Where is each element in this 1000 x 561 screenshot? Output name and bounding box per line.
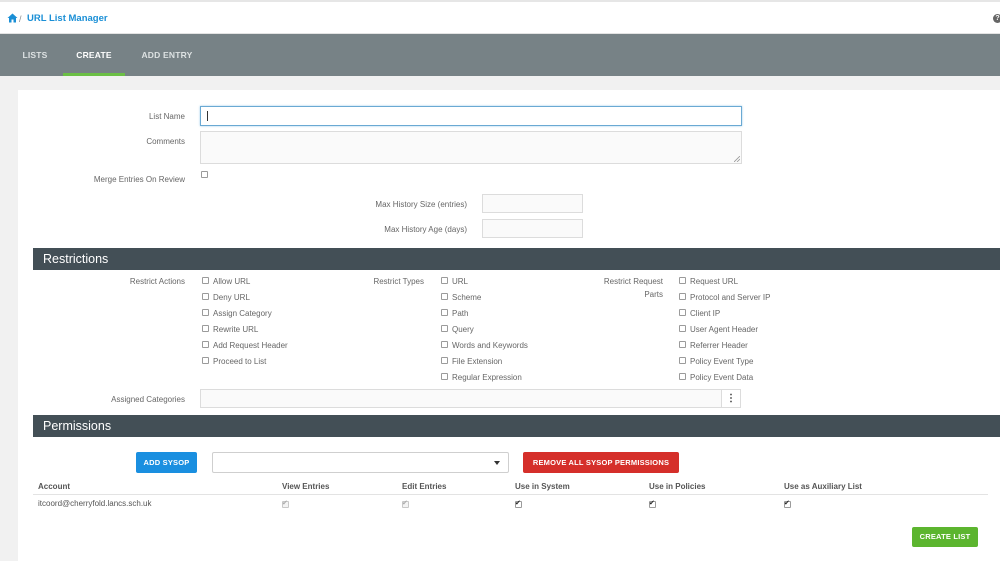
column-header-account: Account — [38, 482, 70, 491]
max-history-size-input[interactable] — [482, 194, 583, 213]
restrict-type-label: Regular Expression — [452, 373, 522, 382]
restrict-actions-label: Restrict Actions — [129, 277, 185, 286]
tab-create[interactable]: CREATE — [63, 34, 125, 76]
tab-lists[interactable]: LISTS — [10, 34, 60, 76]
restrict-parts-label: Restrict Request — [603, 277, 663, 286]
list-name-label: List Name — [148, 112, 185, 121]
restrict-type-label: Path — [452, 309, 469, 318]
restrict-type-label: Scheme — [452, 293, 482, 302]
use-in-system-checkbox[interactable] — [515, 499, 522, 508]
restrict-type-label: Query — [452, 325, 474, 334]
use-in-policies-checkbox[interactable] — [649, 499, 656, 508]
restrict-part-checkbox[interactable] — [679, 277, 686, 284]
column-header-use-in-system: Use in System — [515, 482, 570, 491]
page-title[interactable]: URL List Manager — [27, 13, 108, 24]
restrict-part-label: Protocol and Server IP — [690, 293, 771, 302]
restrict-type-checkbox[interactable] — [441, 293, 448, 300]
create-list-button[interactable]: CREATE LIST — [912, 527, 978, 547]
help-icon[interactable]: ? — [993, 14, 1000, 23]
sysop-select[interactable] — [212, 452, 509, 473]
table-divider — [33, 494, 988, 495]
max-history-age-input[interactable] — [482, 219, 583, 238]
restrict-action-label: Assign Category — [213, 309, 272, 318]
restrict-part-label: Policy Event Type — [690, 357, 754, 366]
restrict-type-checkbox[interactable] — [441, 309, 448, 316]
assigned-categories-input[interactable] — [200, 389, 722, 408]
column-header-use-as-auxiliary-list: Use as Auxiliary List — [784, 482, 862, 491]
restrict-part-label: Referrer Header — [690, 341, 748, 350]
comments-textarea[interactable] — [200, 131, 742, 164]
restrict-part-label: User Agent Header — [690, 325, 759, 334]
use-as-auxiliary-list-checkbox[interactable] — [784, 499, 791, 508]
restrict-type-label: URL — [452, 277, 469, 286]
restrict-part-checkbox[interactable] — [679, 325, 686, 332]
restrict-part-label: Client IP — [690, 309, 721, 318]
account-cell: itcoord@cherryfold.lancs.sch.uk — [38, 499, 152, 508]
restrict-action-label: Proceed to List — [213, 357, 267, 366]
assigned-categories-label: Assigned Categories — [111, 395, 185, 404]
edit-entries-checkbox — [402, 499, 409, 508]
restrict-type-checkbox[interactable] — [441, 373, 448, 380]
restrict-part-checkbox[interactable] — [679, 341, 686, 348]
restrict-part-checkbox[interactable] — [679, 373, 686, 380]
restrict-action-checkbox[interactable] — [202, 325, 209, 332]
home-icon[interactable] — [7, 13, 18, 23]
restrict-action-label: Add Request Header — [213, 341, 288, 350]
list-name-input[interactable] — [200, 106, 742, 126]
restrict-type-checkbox[interactable] — [441, 277, 448, 284]
column-header-use-in-policies: Use in Policies — [649, 482, 706, 491]
text-caret — [207, 111, 208, 121]
restrict-action-label: Rewrite URL — [213, 325, 259, 334]
permissions-header: Permissions — [33, 415, 1000, 437]
restrict-type-label: File Extension — [452, 357, 503, 366]
restrict-action-checkbox[interactable] — [202, 357, 209, 364]
restrict-type-checkbox[interactable] — [441, 325, 448, 332]
restrict-part-checkbox[interactable] — [679, 293, 686, 300]
column-header-view-entries: View Entries — [282, 482, 330, 491]
resize-handle-icon[interactable] — [734, 156, 740, 162]
tab-bar: LISTS CREATE ADD ENTRY — [0, 34, 1000, 76]
restrictions-header: Restrictions — [33, 248, 1000, 270]
restrict-parts-label: Parts — [644, 290, 663, 299]
breadcrumb: / URL List Manager ? — [0, 0, 1000, 34]
restrict-action-label: Allow URL — [213, 277, 251, 286]
restrict-action-checkbox[interactable] — [202, 309, 209, 316]
max-history-age-label: Max History Age (days) — [384, 225, 467, 234]
merge-entries-label: Merge Entries On Review — [93, 175, 185, 184]
view-entries-checkbox — [282, 499, 289, 508]
chevron-down-icon — [494, 461, 500, 465]
restrict-part-checkbox[interactable] — [679, 309, 686, 316]
add-sysop-button[interactable]: ADD SYSOP — [136, 452, 197, 473]
categories-menu-button[interactable]: ⋮ — [721, 389, 741, 408]
breadcrumb-separator: / — [19, 14, 22, 24]
restrict-type-checkbox[interactable] — [441, 341, 448, 348]
restrict-part-label: Request URL — [690, 277, 739, 286]
comments-label: Comments — [146, 137, 185, 146]
merge-entries-checkbox[interactable] — [201, 171, 208, 178]
restrict-type-label: Words and Keywords — [452, 341, 528, 350]
restrict-type-checkbox[interactable] — [441, 357, 448, 364]
restrict-action-checkbox[interactable] — [202, 277, 209, 284]
tab-add-entry[interactable]: ADD ENTRY — [134, 34, 200, 76]
restrict-action-checkbox[interactable] — [202, 293, 209, 300]
restrict-action-label: Deny URL — [213, 293, 250, 302]
max-history-size-label: Max History Size (entries) — [375, 200, 467, 209]
remove-all-sysop-permissions-button[interactable]: REMOVE ALL SYSOP PERMISSIONS — [523, 452, 679, 473]
restrict-part-label: Policy Event Data — [690, 373, 754, 382]
restrict-part-checkbox[interactable] — [679, 357, 686, 364]
restrict-action-checkbox[interactable] — [202, 341, 209, 348]
restrict-types-label: Restrict Types — [373, 277, 424, 286]
column-header-edit-entries: Edit Entries — [402, 482, 447, 491]
